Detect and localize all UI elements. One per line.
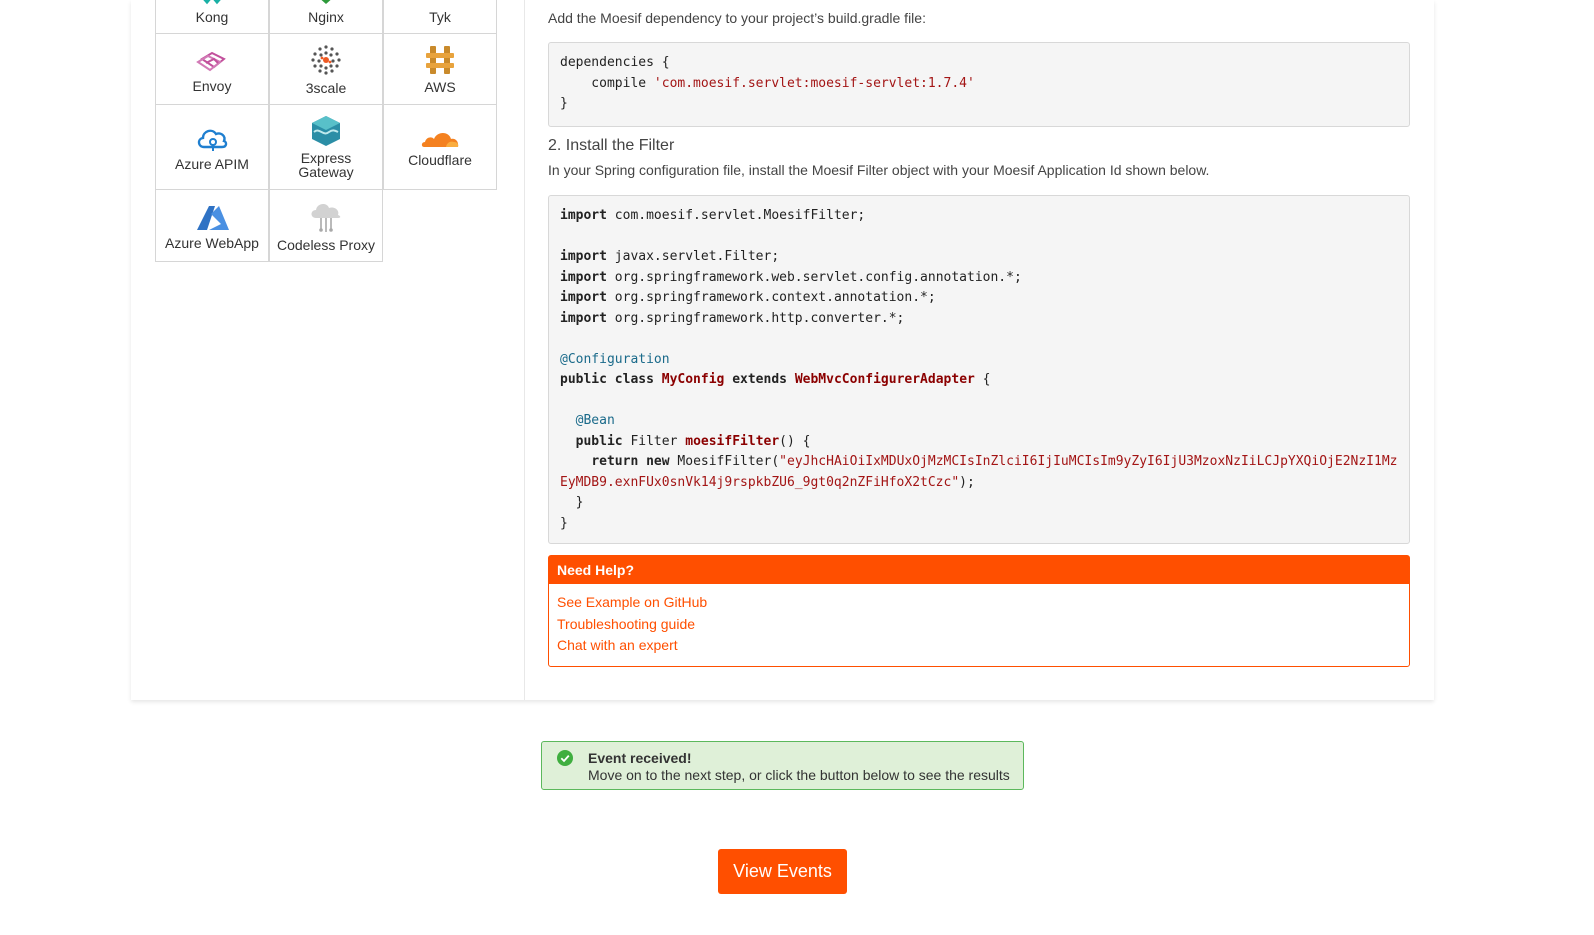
code-line: return new MoesifFilter("eyJhcHAiOiIxMDU…	[591, 454, 1398, 469]
step1-instruction: Add the Moesif dependency to your projec…	[548, 10, 926, 26]
integration-tyk[interactable]: Tyk	[383, 0, 497, 34]
column-divider	[524, 0, 525, 700]
step2-heading: 2. Install the Filter	[548, 137, 675, 154]
spring-code-block[interactable]: import com.moesif.servlet.MoesifFilter; …	[548, 195, 1410, 544]
code-line: import org.springframework.http.converte…	[560, 310, 905, 326]
integration-aws[interactable]: AWS	[383, 33, 497, 105]
integration-kong[interactable]: Kong	[155, 0, 269, 34]
integration-envoy[interactable]: Envoy	[155, 33, 269, 105]
code-line: import com.moesif.servlet.MoesifFilter;	[560, 208, 866, 223]
alert-title: Event received!	[588, 750, 692, 766]
express-gateway-icon	[312, 116, 340, 146]
alert-message: Move on to the next step, or click the b…	[588, 767, 1010, 783]
code-line: @Bean	[575, 413, 615, 428]
github-example-link[interactable]: See Example on GitHub	[557, 592, 1409, 614]
chat-expert-link[interactable]: Chat with an expert	[557, 635, 1409, 657]
integration-3scale[interactable]: 3scale	[269, 33, 383, 105]
view-events-button[interactable]: View Events	[718, 849, 847, 894]
check-circle-icon	[557, 750, 573, 766]
integration-label: Cloudflare	[408, 152, 472, 168]
integration-label: Envoy	[192, 78, 232, 94]
integration-nginx[interactable]: Nginx	[269, 0, 383, 34]
code-line: public class MyConfig extends WebMvcConf…	[560, 372, 991, 387]
code-line: }	[560, 515, 568, 531]
code-line: compile 'com.moesif.servlet:moesif-servl…	[560, 75, 975, 91]
cloudflare-icon	[421, 133, 459, 147]
kong-icon	[203, 0, 221, 5]
code-line: public Filter moesifFilter() {	[575, 433, 811, 449]
integration-cloudflare[interactable]: Cloudflare	[383, 104, 497, 190]
code-line: }	[560, 495, 584, 510]
envoy-icon	[196, 51, 226, 72]
nginx-icon	[321, 0, 331, 5]
troubleshooting-link[interactable]: Troubleshooting guide	[557, 614, 1409, 636]
integration-label: 3scale	[305, 80, 347, 96]
integration-label: Azure APIM	[175, 156, 249, 172]
3scale-icon	[311, 45, 341, 75]
code-line: }	[560, 96, 568, 111]
integration-label: Express Gateway	[298, 150, 354, 180]
integration-label: Kong	[195, 9, 229, 25]
code-line: @Configuration	[560, 351, 670, 367]
code-line: import org.springframework.context.annot…	[560, 290, 936, 305]
integration-label: Codeless Proxy	[276, 236, 376, 253]
event-received-alert: Event received! Move on to the next step…	[541, 741, 1024, 790]
integration-label: Nginx	[308, 9, 344, 25]
integration-express-gateway[interactable]: Express Gateway	[269, 104, 383, 190]
azure-webapp-icon	[197, 205, 229, 230]
integration-label: Azure WebApp	[165, 234, 259, 251]
integration-azure-webapp[interactable]: Azure WebApp	[155, 189, 269, 262]
gradle-code-block[interactable]: dependencies { compile 'com.moesif.servl…	[548, 42, 1410, 127]
integration-azure-apim[interactable]: Azure APIM	[155, 104, 269, 190]
azure-apim-icon	[197, 129, 228, 151]
tyk-icon	[423, 0, 457, 6]
code-line: import org.springframework.web.servlet.c…	[560, 269, 1022, 285]
help-title: Need Help?	[549, 556, 1409, 584]
aws-icon	[426, 46, 454, 74]
code-line: import javax.servlet.Filter;	[560, 249, 780, 264]
step2-instruction: In your Spring configuration file, insta…	[548, 162, 1210, 178]
code-line: EyMDB9.exnFUx0snVk14j9rspkbZU6_9gt0q2nZF…	[560, 474, 975, 490]
integration-label: Tyk	[429, 9, 451, 25]
integration-label: AWS	[424, 79, 456, 95]
integration-codeless-proxy[interactable]: Codeless Proxy	[269, 189, 383, 262]
setup-panel: Kong Nginx Tyk Envoy 3scale AWS Azure AP…	[131, 0, 1434, 700]
codeless-proxy-icon	[311, 203, 341, 232]
help-box: Need Help? See Example on GitHub Trouble…	[548, 555, 1410, 667]
code-line: dependencies {	[560, 55, 670, 70]
